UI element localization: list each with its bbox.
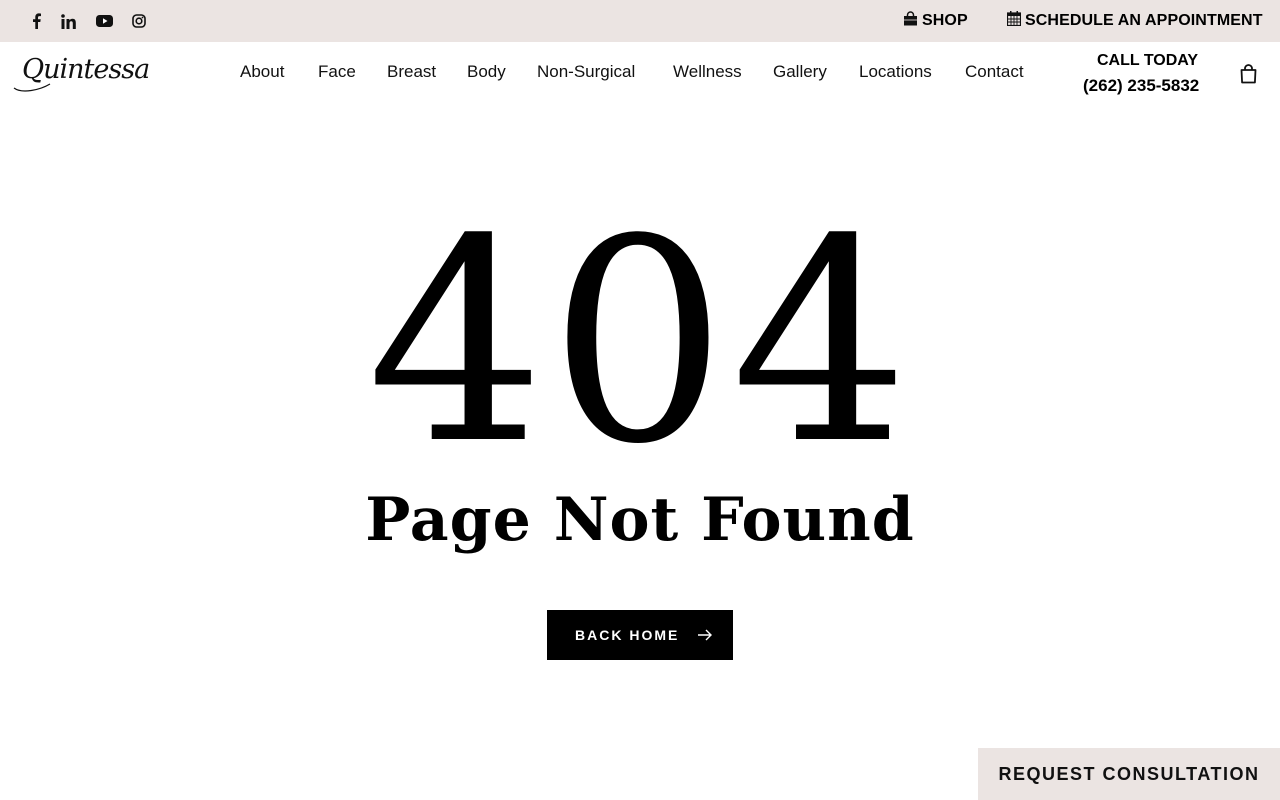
facebook-icon[interactable] bbox=[27, 0, 45, 42]
quintessa-logo[interactable]: Quintessa bbox=[10, 54, 150, 94]
arrow-right-icon bbox=[698, 628, 713, 645]
nav-non-surgical[interactable]: Non-Surgical bbox=[537, 62, 635, 82]
nav-wellness[interactable]: Wellness bbox=[673, 62, 742, 82]
linkedin-icon[interactable] bbox=[59, 0, 77, 42]
cart-icon[interactable] bbox=[1240, 64, 1257, 89]
calendar-icon bbox=[1006, 11, 1022, 31]
request-consultation-button[interactable]: REQUEST CONSULTATION bbox=[978, 748, 1280, 800]
youtube-icon[interactable] bbox=[94, 0, 114, 42]
instagram-icon[interactable] bbox=[130, 0, 148, 42]
call-today-label: CALL TODAY bbox=[1097, 52, 1199, 69]
nav-breast[interactable]: Breast bbox=[387, 62, 436, 82]
nav-gallery[interactable]: Gallery bbox=[773, 62, 827, 82]
back-home-label: BACK HOME bbox=[575, 627, 680, 643]
shopping-bag-icon bbox=[903, 11, 918, 31]
schedule-appointment-link[interactable]: SCHEDULE AN APPOINTMENT bbox=[1006, 0, 1263, 42]
nav-face[interactable]: Face bbox=[318, 62, 356, 82]
nav-contact[interactable]: Contact bbox=[965, 62, 1024, 82]
logo-text: Quintessa bbox=[22, 54, 150, 85]
page-title: Page Not Found bbox=[365, 485, 915, 555]
nav-about[interactable]: About bbox=[240, 62, 284, 82]
shop-label: SHOP bbox=[922, 12, 968, 29]
top-utility-bar: SHOP SCHEDULE AN APPOINTMENT bbox=[0, 0, 1280, 42]
phone-number-link[interactable]: (262) 235-5832 bbox=[1083, 76, 1199, 96]
main-header: Quintessa About Face Breast Body Non-Sur… bbox=[0, 42, 1280, 106]
nav-body[interactable]: Body bbox=[467, 62, 506, 82]
error-code: 404 bbox=[366, 180, 914, 506]
back-home-button[interactable]: BACK HOME bbox=[547, 610, 733, 660]
schedule-label: SCHEDULE AN APPOINTMENT bbox=[1025, 12, 1263, 29]
shop-link[interactable]: SHOP bbox=[903, 0, 968, 42]
nav-locations[interactable]: Locations bbox=[859, 62, 932, 82]
